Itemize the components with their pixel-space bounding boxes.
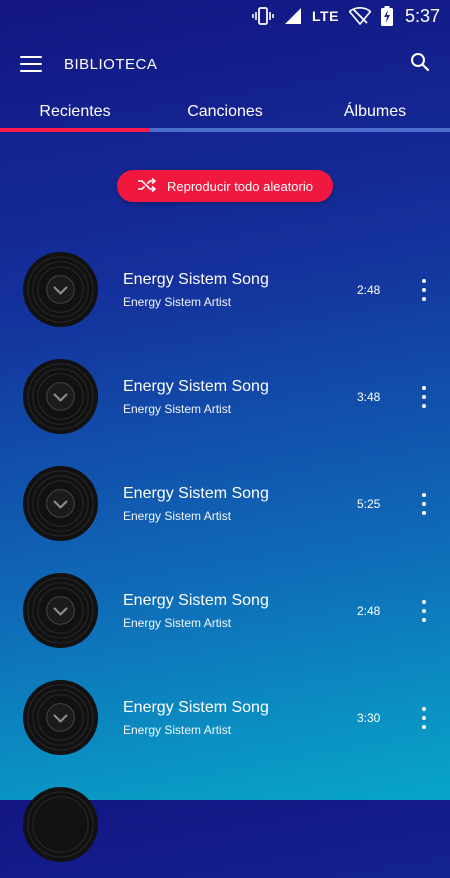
- song-duration: 5:25: [357, 496, 381, 511]
- vinyl-disc-icon: [22, 679, 99, 756]
- song-artist: Energy Sistem Artist: [123, 401, 232, 416]
- song-title: Energy Sistem Song: [123, 698, 269, 716]
- tab-indicator-track: [0, 128, 450, 132]
- tab-recientes[interactable]: Recientes: [0, 96, 150, 132]
- song-row[interactable]: Energy Sistem Song Energy Sistem Artist …: [0, 664, 450, 771]
- song-row[interactable]: Energy Sistem Song Energy Sistem Artist …: [0, 557, 450, 664]
- shuffle-all-button[interactable]: Reproducir todo aleatorio: [117, 170, 333, 202]
- vinyl-disc-icon: [22, 358, 99, 435]
- song-duration: 3:48: [357, 389, 381, 404]
- more-options-icon[interactable]: [414, 597, 434, 625]
- song-list: Energy Sistem Song Energy Sistem Artist …: [0, 236, 450, 878]
- vinyl-disc-icon: [22, 251, 99, 328]
- vinyl-disc-icon: [22, 572, 99, 649]
- tab-albumes[interactable]: Álbumes: [300, 96, 450, 132]
- more-options-icon[interactable]: [414, 704, 434, 732]
- song-artist: Energy Sistem Artist: [123, 294, 232, 309]
- page-title: BIBLIOTECA: [64, 55, 158, 73]
- menu-icon[interactable]: [20, 56, 42, 72]
- more-options-icon[interactable]: [414, 276, 434, 304]
- song-title: Energy Sistem Song: [123, 270, 269, 288]
- wifi-off-icon: [348, 7, 371, 25]
- song-title: Energy Sistem Song: [123, 591, 269, 609]
- signal-icon: [284, 7, 302, 25]
- vinyl-disc-icon: [22, 786, 99, 863]
- status-bar: LTE 5:37: [0, 0, 450, 32]
- song-duration: 2:48: [357, 603, 381, 618]
- search-icon[interactable]: [410, 52, 430, 77]
- song-duration: 3:30: [357, 710, 381, 725]
- song-row[interactable]: Energy Sistem Song Energy Sistem Artist …: [0, 343, 450, 450]
- song-title: Energy Sistem Song: [123, 484, 269, 502]
- song-row[interactable]: Energy Sistem Song Energy Sistem Artist …: [0, 236, 450, 343]
- more-options-icon[interactable]: [414, 490, 434, 518]
- song-duration: 2:48: [357, 282, 381, 297]
- tab-canciones[interactable]: Canciones: [150, 96, 300, 132]
- battery-charging-icon: [380, 6, 393, 26]
- song-artist: Energy Sistem Artist: [123, 615, 232, 630]
- tab-indicator: [0, 128, 150, 132]
- app-bar: BIBLIOTECA: [0, 32, 450, 96]
- song-artist: Energy Sistem Artist: [123, 722, 232, 737]
- song-row[interactable]: Energy Sistem Song Energy Sistem Artist …: [0, 450, 450, 557]
- vinyl-disc-icon: [22, 465, 99, 542]
- clock: 5:37: [404, 5, 440, 26]
- vibrate-icon: [252, 7, 274, 25]
- tab-bar: Recientes Canciones Álbumes: [0, 96, 450, 132]
- song-row-partial[interactable]: [0, 771, 450, 878]
- song-artist: Energy Sistem Artist: [123, 508, 232, 523]
- more-options-icon[interactable]: [414, 383, 434, 411]
- shuffle-icon: [137, 177, 157, 196]
- network-type: LTE: [312, 8, 339, 24]
- shuffle-label: Reproducir todo aleatorio: [167, 178, 313, 194]
- song-title: Energy Sistem Song: [123, 377, 269, 395]
